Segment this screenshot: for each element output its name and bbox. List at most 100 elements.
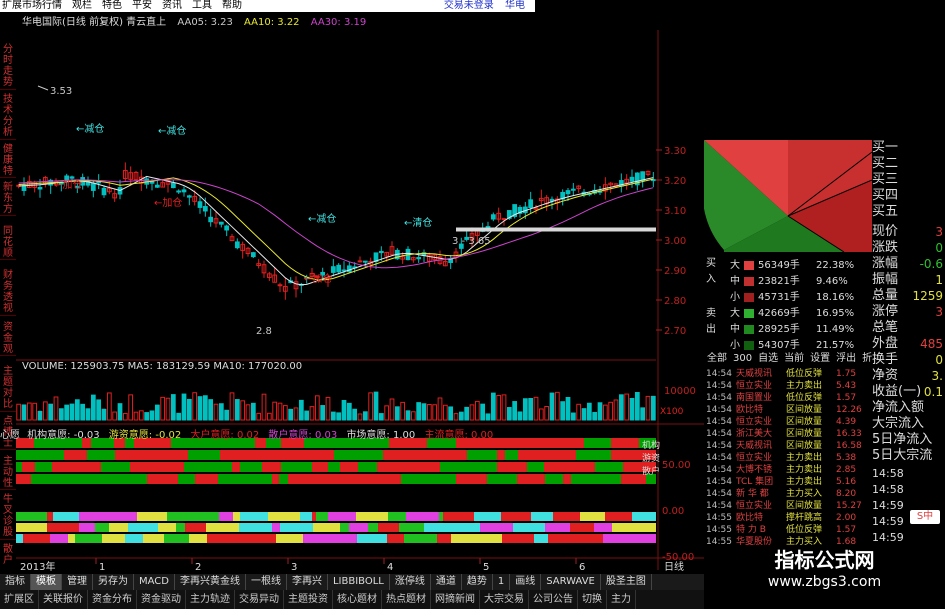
left-tab-jiankang[interactable]: 健康特 [0,144,16,178]
volume-bar [394,406,400,421]
tab-macd[interactable]: MACD [134,574,175,590]
tick-tab-fold[interactable]: 折 [859,352,875,366]
tick-row[interactable]: 14:55 华夏股份 主力买入 1.68 [704,536,870,548]
left-tab-timeshare[interactable]: 分时走势 [0,44,16,90]
tick-tab-current[interactable]: 当前 [781,352,807,366]
intent-segment [115,450,141,460]
menu-item-ext[interactable]: 扩展市场行情 [2,0,70,12]
candle-body [362,260,368,263]
tab-manage[interactable]: 管理 [62,574,93,590]
footer-fund-drive[interactable]: 资金驱动 [137,590,186,609]
tab-channel[interactable]: 通道 [431,574,462,590]
tab-indicator[interactable]: 指标 [0,574,31,590]
tab-draw[interactable]: 画线 [510,574,542,590]
tab-trend[interactable]: 趋势 [462,574,493,590]
tick-row[interactable]: 14:54 TCL 集团 主力卖出 5.16 [704,476,870,488]
tab-saveas[interactable]: 另存为 [93,574,134,590]
left-tab-compare[interactable]: 主题对比 [0,366,16,412]
volume-bar [213,403,219,421]
tick-row[interactable]: 14:54 新 华 都 主力买入 8.20 [704,488,870,500]
tick-nm: 特 力 B [736,525,766,535]
left-tab-tonghuashun[interactable]: 同花顺 [0,226,16,260]
signal-segment [300,512,312,521]
menu-item-help[interactable]: 帮助 [222,0,250,12]
footer-switch[interactable]: 切换 [578,590,607,609]
volume-bar [560,401,566,421]
signal-segment [581,534,603,543]
tick-tab-watch[interactable]: 自选 [755,352,781,366]
signal-segment [594,523,612,532]
volume-bar [480,403,486,421]
signal-segment [529,534,534,543]
tick-tab-300[interactable]: 300 [730,352,755,366]
footer-related[interactable]: 关联报价 [39,590,88,609]
footer-ext[interactable]: 扩展区 [0,590,39,609]
left-tab-finance[interactable]: 财务透视 [0,270,16,316]
candle-body [336,264,342,273]
menu-item-tools[interactable]: 工具 [192,0,220,12]
menu-item-pingan[interactable]: 平安 [132,0,160,12]
left-tab-xindongfang[interactable]: 新东方 [0,182,16,216]
tick-row[interactable]: 14:54 天威视讯 区间放量 16.58 [704,440,870,452]
footer-main-track[interactable]: 主力轨迹 [186,590,235,609]
tab-libbiboll[interactable]: LIBBIBOLL [328,574,390,590]
footer-main[interactable]: 主力 [607,590,636,609]
footer-news[interactable]: 网摘新闻 [431,590,480,609]
stock-name-link[interactable]: 华电 [505,0,531,11]
footer-core-topic[interactable]: 核心题材 [333,590,382,609]
footer-fund-dist[interactable]: 资金分布 [88,590,137,609]
volume-bar [234,399,240,421]
left-tab-active[interactable]: 主动性 [0,456,16,490]
tab-main-chart[interactable]: 股圣主图 [601,574,652,590]
menu-item-news[interactable]: 资讯 [162,0,190,12]
tick-tm: 14:54 [706,405,732,415]
signal-segment [53,512,79,521]
tick-row[interactable]: 14:54 恒立实业 区间放量 15.27 [704,500,870,512]
tab-lizaixing[interactable]: 李再兴 [287,574,328,590]
heart-axis-label: 50.00 [662,460,691,471]
left-tab-capital[interactable]: 资金观 [0,322,16,356]
tick-row[interactable]: 14:54 恒立实业 主力卖出 5.43 [704,380,870,392]
tick-row[interactable]: 14:54 大博不锈 主力卖出 2.85 [704,464,870,476]
tick-row[interactable]: 14:54 恒立实业 区间放量 4.39 [704,416,870,428]
tick-tab-float[interactable]: 浮出 [833,352,859,366]
tab-gold-line[interactable]: 李再兴黄金线 [175,574,246,590]
tick-rt: 16.58 [836,441,862,451]
intent-segment [87,450,115,460]
tick-ev: 主力买入 [786,537,823,547]
volume-bar [245,404,251,421]
tick-row[interactable]: 14:54 天威视讯 低位反弹 1.75 [704,368,870,380]
tick-row[interactable]: 14:55 欧比特 撑杆跳高 2.00 [704,512,870,524]
trade-login-link[interactable]: 交易未登录 [444,0,500,11]
footer-trade-anomaly[interactable]: 交易异动 [235,590,284,609]
intent-segment [611,438,639,448]
tick-row[interactable]: 14:54 南国置业 低位反弹 1.57 [704,392,870,404]
footer-theme-invest[interactable]: 主题投资 [284,590,333,609]
kline-chart[interactable]: 3.53 2.8 3 - 3.65 ←减仓 ←减仓 ←加仓 ←加仓 ←减仓 ←清仓 ←加仓 3.3… [16,30,704,574]
menu-item-special[interactable]: 特色 [102,0,130,12]
tick-tab-settings[interactable]: 设置 [807,352,833,366]
volume-bar [517,411,523,421]
volume-bar [640,407,646,421]
tick-row[interactable]: 14:54 恒立实业 主力卖出 5.38 [704,452,870,464]
footer-block-trade[interactable]: 大宗交易 [480,590,529,609]
intent-segment [43,474,61,484]
intent-segment [611,450,623,460]
signal-segment [482,512,501,521]
tab-one[interactable]: 1 [493,574,511,590]
intent-segment [184,462,213,472]
left-tab-technical[interactable]: 技术分析 [0,94,16,140]
left-tab-retail[interactable]: 散户 [0,544,16,578]
footer-announce[interactable]: 公司公告 [529,590,578,609]
tab-one-line[interactable]: 一根线 [246,574,287,590]
tab-sarwave[interactable]: SARWAVE [541,574,601,590]
tick-tab-all[interactable]: 全部 [704,352,730,366]
tick-row[interactable]: 14:55 特 力 B 低位反弹 1.57 [704,524,870,536]
tick-row[interactable]: 14:54 欧比特 区间放量 12.26 [704,404,870,416]
menu-item-view[interactable]: 观栏 [72,0,100,12]
tab-template[interactable]: 模板 [31,574,62,590]
tab-limitup[interactable]: 涨停线 [390,574,431,590]
tick-row[interactable]: 14:54 浙江美大 区间放量 16.33 [704,428,870,440]
left-tab-diagnose[interactable]: 牛叉诊股 [0,494,16,540]
footer-hot-topic[interactable]: 热点题材 [382,590,431,609]
